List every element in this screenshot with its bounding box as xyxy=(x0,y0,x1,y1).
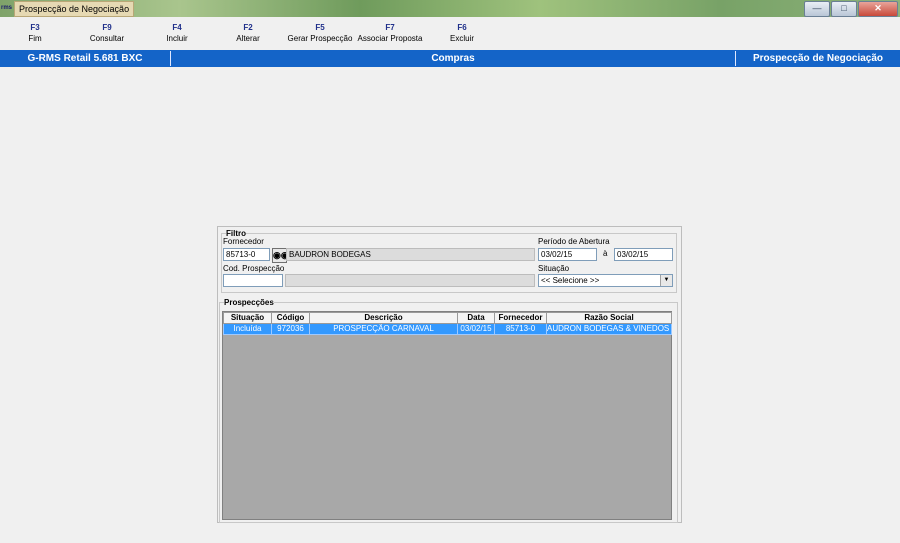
table-row[interactable]: Incluída 972036 PROSPECÇÃO CARNAVAL 03/0… xyxy=(223,323,672,335)
cod-prospeccao-label: Cod. Prospecção xyxy=(223,264,285,273)
cell-fornecedor: 85713-0 xyxy=(494,323,547,335)
gerar-prospeccao-label: Gerar Prospecção xyxy=(287,34,353,43)
app-icon: rms xyxy=(1,5,13,11)
screen-label: Prospecção de Negociação xyxy=(752,53,884,64)
fornecedor-name-field: BAUDRON BODEGAS xyxy=(286,248,535,261)
gerar-prospeccao-button[interactable]: F5 Gerar Prospecção xyxy=(287,22,353,45)
version-label: G-RMS Retail 5.681 BXC xyxy=(27,53,143,64)
window-controls: — □ ✕ xyxy=(803,1,898,17)
situacao-select[interactable]: << Selecione >> ▼ xyxy=(538,274,673,287)
column-header-data[interactable]: Data xyxy=(457,312,495,324)
column-header-situacao[interactable]: Situação xyxy=(223,312,272,324)
binoculars-icon[interactable]: ◉◉ xyxy=(272,248,289,263)
associar-proposta-label: Associar Proposta xyxy=(357,34,423,43)
excluir-label: Excluir xyxy=(449,34,474,43)
excluir-key: F6 xyxy=(457,23,467,32)
periodo-to-input[interactable]: 03/02/15 xyxy=(614,248,673,261)
column-header-razao-social[interactable]: Razão Social xyxy=(546,312,672,324)
fornecedor-code-input[interactable]: 85713-0 xyxy=(223,248,270,261)
cell-razao-social: AUDRON BODEGAS & VINEDOS S. xyxy=(546,323,672,335)
gerar-prospeccao-key: F5 xyxy=(315,23,325,32)
alterar-key: F2 xyxy=(243,23,253,32)
excluir-button[interactable]: F6 Excluir xyxy=(448,22,476,45)
prospeccoes-grid[interactable]: Situação Código Descrição Data Fornecedo… xyxy=(222,311,672,520)
module-label: Compras xyxy=(431,53,475,64)
alterar-label: Alterar xyxy=(236,34,260,43)
situacao-value: << Selecione >> xyxy=(541,276,600,285)
associar-proposta-button[interactable]: F7 Associar Proposta xyxy=(357,22,423,45)
cell-descricao: PROSPECÇÃO CARNAVAL xyxy=(309,323,458,335)
chevron-down-icon[interactable]: ▼ xyxy=(660,275,672,286)
column-header-fornecedor[interactable]: Fornecedor xyxy=(494,312,547,324)
fim-label: Fim xyxy=(28,34,42,43)
consultar-key: F9 xyxy=(102,23,112,32)
column-header-descricao[interactable]: Descrição xyxy=(309,312,458,324)
periodo-label: Período de Abertura xyxy=(538,237,610,246)
situacao-label: Situação xyxy=(538,264,570,273)
fornecedor-label: Fornecedor xyxy=(223,237,264,246)
close-icon[interactable]: ✕ xyxy=(858,1,898,17)
consultar-button[interactable]: F9 Consultar xyxy=(86,22,128,45)
associar-proposta-key: F7 xyxy=(385,23,395,32)
cod-prospeccao-input[interactable] xyxy=(223,274,283,287)
cod-prospeccao-desc-field xyxy=(285,274,535,287)
fim-key: F3 xyxy=(30,23,40,32)
prospeccoes-table: Situação Código Descrição Data Fornecedo… xyxy=(223,312,672,335)
periodo-from-input[interactable]: 03/02/15 xyxy=(538,248,597,261)
prospeccoes-legend: Prospecções xyxy=(224,298,274,307)
column-header-codigo[interactable]: Código xyxy=(271,312,310,324)
maximize-icon[interactable]: □ xyxy=(831,1,857,17)
minimize-icon[interactable]: — xyxy=(804,1,830,17)
table-header-row: Situação Código Descrição Data Fornecedo… xyxy=(223,312,672,324)
periodo-separator: à xyxy=(603,249,608,258)
consultar-label: Consultar xyxy=(89,34,125,43)
incluir-button[interactable]: F4 Incluir xyxy=(162,22,192,45)
status-bar: G-RMS Retail 5.681 BXC Compras Prospecçã… xyxy=(0,50,900,67)
title-bar: rms Prospecção de Negociação — □ ✕ xyxy=(0,0,900,17)
cell-codigo: 972036 xyxy=(271,323,310,335)
cell-data: 03/02/15 xyxy=(457,323,495,335)
incluir-key: F4 xyxy=(172,23,182,32)
cell-situacao: Incluída xyxy=(223,323,272,335)
fim-button[interactable]: F3 Fim xyxy=(20,22,50,45)
window-title: Prospecção de Negociação xyxy=(14,1,135,17)
alterar-button[interactable]: F2 Alterar xyxy=(232,22,264,45)
incluir-label: Incluir xyxy=(166,34,188,43)
toolbar: F3 Fim F9 Consultar F4 Incluir F2 Altera… xyxy=(0,17,900,50)
